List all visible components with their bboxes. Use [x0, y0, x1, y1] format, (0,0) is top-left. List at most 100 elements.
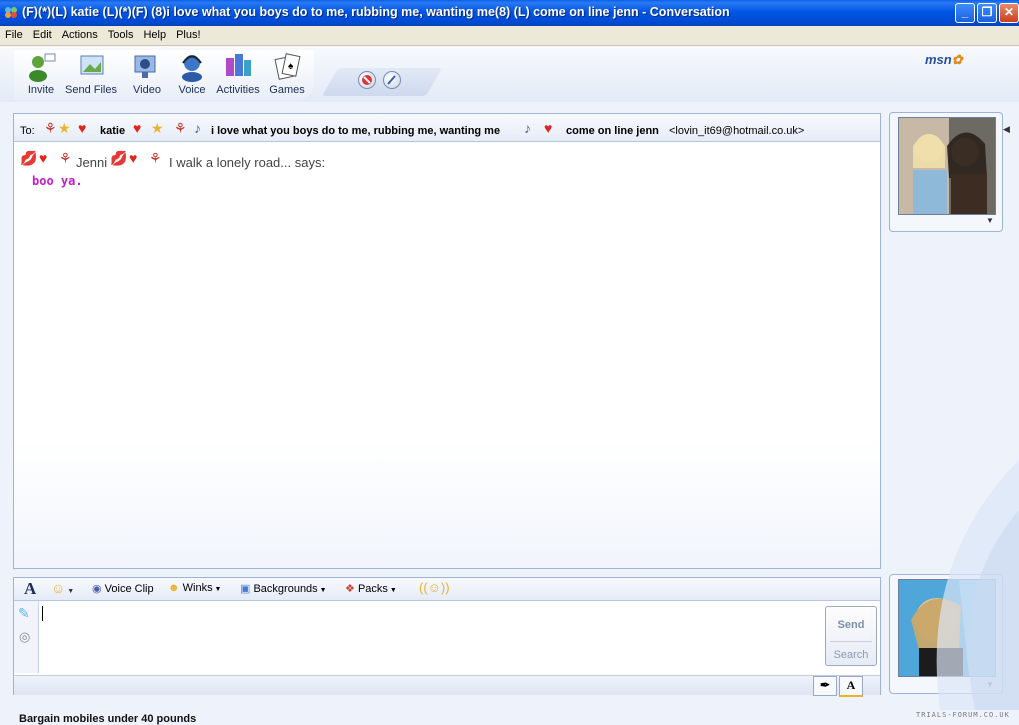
sender-name: Jenni — [76, 155, 108, 170]
collapse-arrow-icon[interactable]: ◀ — [1003, 124, 1010, 135]
input-mode-bar: ✒ A — [14, 675, 880, 697]
message-input-area: A ☺ ▼ ◉ Voice Clip ☻ Winks ▼ ▣ Backgroun… — [13, 577, 881, 697]
close-button[interactable]: ✕ — [999, 3, 1019, 23]
font-button[interactable]: A — [24, 579, 36, 599]
heart-icon: ♥ — [39, 150, 48, 166]
contact-display-picture[interactable] — [898, 117, 996, 215]
packs-button[interactable]: ❖ Packs ▼ — [345, 582, 397, 595]
maximize-button[interactable]: ❐ — [977, 3, 997, 23]
music-note-icon: ♪ — [194, 120, 201, 136]
chevron-down-icon[interactable]: ▼ — [986, 216, 994, 225]
video-label: Video — [133, 84, 161, 96]
menu-bar: File Edit Actions Tools Help Plus! — [0, 26, 1019, 46]
voice-clip-button[interactable]: ◉ Voice Clip — [92, 582, 154, 595]
toolbar: Invite Send Files Video Voice Activities… — [0, 46, 1019, 102]
message-text: boo ya. — [32, 174, 83, 188]
chevron-down-icon: ▼ — [387, 587, 397, 594]
to-bar: To: ⚘ ★ ♥ katie ♥ ★ ⚘ ♪ i love what you … — [14, 114, 880, 142]
webcam-icon — [134, 55, 156, 78]
menu-tools[interactable]: Tools — [103, 26, 139, 41]
butterfly-icon: ✿ — [951, 52, 963, 67]
menu-help[interactable]: Help — [138, 26, 171, 41]
sender-status: I walk a lonely road... says: — [169, 155, 326, 170]
chevron-down-icon: ▼ — [317, 587, 327, 594]
games-label: Games — [269, 84, 305, 96]
voice-headset-icon — [182, 55, 202, 82]
contact-display-picture-frame: ▼ — [889, 112, 1003, 232]
winks-icon: ☻ — [168, 582, 180, 594]
menu-file[interactable]: File — [0, 26, 28, 41]
backgrounds-icon: ▣ — [240, 583, 251, 595]
voice-button[interactable]: Voice — [166, 50, 218, 96]
invite-button[interactable]: Invite — [15, 50, 67, 96]
smiley-icon: ☺ — [51, 580, 66, 596]
handwriting-icon[interactable]: ✎ — [18, 605, 30, 622]
sender-line: Jenni — [76, 155, 107, 170]
kiss-lips-icon: 💋 — [20, 150, 38, 166]
games-button[interactable]: ♠ Games — [261, 50, 313, 96]
conversation-history[interactable]: 💋 ♥ ⚘ Jenni 💋 ♥ ⚘ I walk a lonely road..… — [14, 142, 880, 568]
rose-icon: ⚘ — [59, 150, 72, 166]
invite-label: Invite — [27, 84, 55, 96]
send-files-button[interactable]: Send Files — [65, 50, 117, 96]
contact-personal-message: i love what you boys do to me, rubbing m… — [211, 125, 501, 137]
star-icon: ★ — [151, 120, 164, 136]
music-note-icon: ♪ — [524, 120, 531, 136]
games-cards-icon: ♠ — [274, 53, 301, 80]
send-files-icon — [80, 55, 104, 75]
status-bar: Bargain mobiles under 40 pounds TRIALS-F… — [0, 710, 1019, 725]
text-tab[interactable]: A — [839, 676, 863, 697]
msn-logo: msn✿ — [925, 52, 963, 67]
heart-icon: ♥ — [544, 120, 553, 136]
send-files-label: Send Files — [65, 84, 117, 96]
kiss-lips-icon: 💋 — [110, 150, 128, 166]
msn-butterfly-icon — [5, 7, 17, 18]
block-icon[interactable] — [358, 71, 376, 89]
packs-label: Packs — [357, 583, 388, 595]
rose-icon: ⚘ — [149, 150, 162, 166]
contact-name: katie — [100, 125, 126, 137]
ad-link[interactable]: Bargain mobiles under 40 pounds — [19, 713, 196, 725]
title-bar[interactable]: (F)(*)(L) katie (L)(*)(F) (8)i love what… — [0, 0, 1019, 26]
rose-icon: ⚘ — [174, 120, 187, 136]
send-label: Send — [837, 619, 865, 631]
winks-label: Winks — [182, 582, 213, 594]
heart-icon: ♥ — [78, 120, 87, 136]
contact-email: <lovin_it69@hotmail.co.uk> — [669, 125, 805, 137]
contact-personal-message-end: come on line jenn — [566, 125, 659, 137]
window-title: (F)(*)(L) katie (L)(*)(F) (8)i love what… — [22, 5, 730, 19]
voice-clip-label: Voice Clip — [104, 583, 154, 595]
winks-button[interactable]: ☻ Winks ▼ — [168, 582, 221, 594]
menu-plus[interactable]: Plus! — [171, 26, 205, 41]
activities-button[interactable]: Activities — [212, 50, 264, 96]
search-button[interactable]: Search — [826, 649, 876, 661]
chevron-down-icon: ▼ — [65, 588, 75, 595]
gift-icon: ❖ — [345, 583, 355, 595]
paint-brush-icon[interactable] — [383, 71, 401, 89]
heart-icon: ♥ — [133, 120, 142, 136]
to-label: To: — [20, 125, 35, 137]
send-separator — [830, 641, 872, 642]
rose-icon: ⚘ — [44, 120, 57, 136]
sound-icon[interactable]: ◎ — [19, 629, 30, 645]
backgrounds-button[interactable]: ▣ Backgrounds ▼ — [240, 582, 327, 595]
menu-actions[interactable]: Actions — [57, 26, 103, 41]
star-icon: ★ — [58, 120, 71, 136]
minimize-button[interactable]: _ — [955, 3, 975, 23]
ink-tab-icon[interactable]: ✒ — [813, 676, 837, 696]
heart-icon: ♥ — [129, 150, 138, 166]
message-input[interactable] — [42, 601, 822, 673]
send-button[interactable]: Send Search — [825, 606, 877, 666]
voice-label: Voice — [178, 84, 206, 96]
nudge-button[interactable]: ((☺)) — [419, 580, 450, 595]
background-swoosh — [936, 460, 1019, 710]
toolbar-mini-panel — [321, 68, 443, 96]
menu-edit[interactable]: Edit — [28, 26, 57, 41]
emoticon-button[interactable]: ☺ ▼ — [51, 580, 74, 596]
backgrounds-label: Backgrounds — [253, 583, 318, 595]
voice-clip-icon: ◉ — [92, 583, 102, 595]
invite-icon — [29, 53, 56, 82]
activities-icon — [226, 54, 251, 76]
conversation-panel: To: ⚘ ★ ♥ katie ♥ ★ ⚘ ♪ i love what you … — [13, 113, 881, 569]
activities-label: Activities — [216, 84, 260, 96]
